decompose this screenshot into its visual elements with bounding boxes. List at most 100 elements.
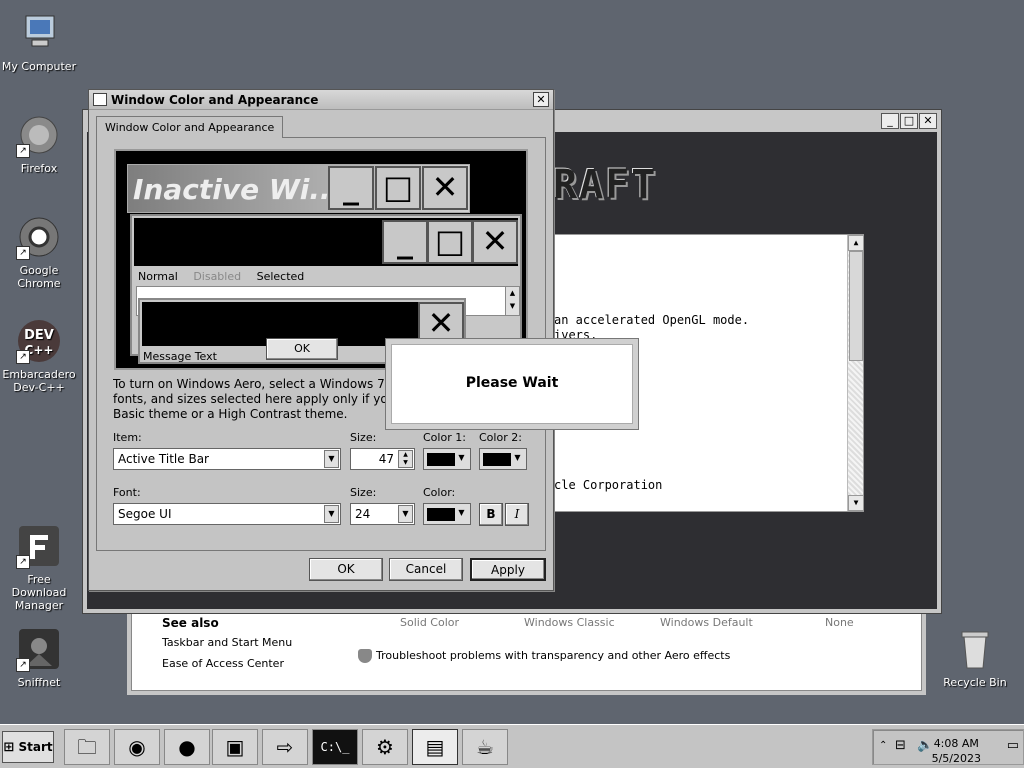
color2-picker[interactable]: ▼ — [479, 448, 527, 470]
preview-ok-button: OK — [266, 338, 338, 360]
taskbar-java-icon[interactable]: ☕ — [462, 729, 508, 765]
taskbar-chrome-icon[interactable]: ◉ — [114, 729, 160, 765]
start-label: Start — [18, 740, 53, 754]
minecraft-logo: RAFT — [553, 162, 658, 208]
font-size-value: 24 — [355, 507, 371, 521]
chevron-down-icon[interactable]: ▼ — [454, 450, 469, 468]
bold-button[interactable]: B — [479, 503, 503, 526]
dialog-titlebar[interactable]: Window Color and Appearance ✕ — [89, 90, 553, 110]
clock-time: 4:08 AM — [933, 737, 979, 750]
link-ease-of-access[interactable]: Ease of Access Center — [162, 657, 284, 670]
taskbar-display-settings-icon[interactable]: ▣ — [212, 729, 258, 765]
shortcut-arrow-icon: ↗ — [16, 246, 30, 260]
preview-inactive-title: Inactive Wi... — [133, 173, 342, 206]
taskbar-cmd-icon[interactable]: C:\_ — [312, 729, 358, 765]
color1-swatch — [427, 453, 455, 466]
size-label: Size: — [350, 431, 377, 444]
show-hidden-icons-icon[interactable]: ⌃ — [879, 740, 887, 751]
item-select[interactable]: Active Title Bar ▼ — [113, 448, 341, 470]
desktop-icon-firefox[interactable]: ↗ Firefox — [0, 112, 78, 175]
scroll-thumb[interactable] — [849, 251, 863, 361]
theme-solid-color[interactable]: Solid Color — [400, 616, 459, 629]
desktop-icon-sniffnet[interactable]: ↗ Sniffnet — [0, 626, 78, 689]
log-scrollbar[interactable]: ▲ ▼ — [847, 235, 863, 511]
chevron-down-icon[interactable]: ▼ — [510, 450, 525, 468]
sniffnet-icon: ↗ — [16, 626, 62, 672]
maximize-button[interactable]: □ — [900, 113, 918, 129]
item-label: Item: — [113, 431, 142, 444]
close-button[interactable]: ✕ — [919, 113, 937, 129]
ok-button[interactable]: OK — [309, 558, 383, 581]
link-taskbar-start-menu[interactable]: Taskbar and Start Menu — [162, 636, 292, 649]
display-icon — [93, 93, 107, 106]
color1-picker[interactable]: ▼ — [423, 448, 471, 470]
theme-windows-default[interactable]: Windows Default — [660, 616, 753, 629]
taskbar-control-panel-icon[interactable]: ⚙ — [362, 729, 408, 765]
action-center-icon[interactable]: ▭ — [1007, 738, 1019, 753]
network-icon[interactable]: ⊟ — [895, 738, 906, 753]
desktop-icon-recycle-bin[interactable]: Recycle Bin — [936, 626, 1014, 689]
clock[interactable]: 4:08 AM 5/5/2023 — [932, 736, 981, 766]
taskbar: ⊞ Start 🗀 ◉ ● ▣ ⇨ C:\_ ⚙ ▤ ☕ ⌃ ⊟ 🔈 4:08 … — [0, 724, 1024, 768]
taskbar-explorer-icon[interactable]: 🗀 — [64, 729, 110, 765]
desktop-icon-my-computer[interactable]: My Computer — [0, 10, 78, 73]
desktop-icon-label: My Computer — [1, 60, 77, 73]
minimize-button[interactable]: _ — [881, 113, 899, 129]
preview-maximize-icon: □ — [427, 220, 473, 264]
chevron-down-icon[interactable]: ▼ — [324, 505, 339, 523]
preview-maximize-icon: □ — [375, 166, 421, 210]
log-line: an accelerated OpenGL mode. — [554, 313, 750, 327]
item-size-value: 47 — [378, 452, 394, 466]
desktop-icon-label: Recycle Bin — [943, 676, 1007, 689]
appearance-preview: Inactive Wi... _ □ ✕ _ □ ✕ Normal Disabl… — [114, 149, 528, 370]
apply-button[interactable]: Apply — [470, 558, 546, 581]
font-color-picker[interactable]: ▼ — [423, 503, 471, 525]
aero-description: To turn on Windows Aero, select a Window… — [113, 377, 393, 422]
font-select[interactable]: Segoe UI ▼ — [113, 503, 341, 525]
please-wait-text: Please Wait — [391, 344, 633, 424]
tab-window-color[interactable]: Window Color and Appearance — [96, 116, 284, 138]
shortcut-arrow-icon: ↗ — [16, 555, 30, 569]
desktop-icon-label: Free Download Manager — [11, 573, 67, 612]
chevron-down-icon[interactable]: ▼ — [398, 505, 413, 523]
svg-text:DEV: DEV — [24, 328, 54, 343]
dialog-title: Window Color and Appearance — [111, 93, 319, 107]
troubleshoot-label: Troubleshoot problems with transparency … — [376, 649, 731, 662]
taskbar-fdm-icon[interactable]: ⇨ — [262, 729, 308, 765]
color2-swatch — [483, 453, 511, 466]
font-select-value: Segoe UI — [118, 507, 172, 521]
theme-none[interactable]: None — [825, 616, 854, 629]
font-color-label: Color: — [423, 486, 456, 499]
chrome-icon: ↗ — [16, 214, 62, 260]
desktop-icon-label: Firefox — [20, 162, 58, 175]
preview-menu-normal: Normal — [138, 270, 178, 283]
start-button[interactable]: ⊞ Start — [2, 731, 54, 763]
desktop-icon-chrome[interactable]: ↗ Google Chrome — [0, 214, 78, 290]
font-label: Font: — [113, 486, 141, 499]
shortcut-arrow-icon: ↗ — [16, 658, 30, 672]
preview-close-icon: ✕ — [422, 166, 468, 210]
chevron-down-icon[interactable]: ▼ — [324, 450, 339, 468]
taskbar-personalization-icon[interactable]: ▤ — [412, 729, 458, 765]
scroll-down-icon[interactable]: ▼ — [848, 495, 863, 511]
italic-button[interactable]: I — [505, 503, 529, 526]
shield-icon — [358, 649, 372, 663]
scroll-up-icon[interactable]: ▲ — [848, 235, 863, 251]
troubleshoot-link[interactable]: Troubleshoot problems with transparency … — [358, 649, 730, 663]
font-size-select[interactable]: 24 ▼ — [350, 503, 415, 525]
taskbar-firefox-icon[interactable]: ● — [164, 729, 210, 765]
preview-inactive-window: Inactive Wi... _ □ ✕ — [127, 164, 470, 213]
desktop-icon-devcpp[interactable]: DEV C++ ↗ Embarcadero Dev-C++ — [0, 318, 78, 394]
log-line: cle Corporation — [554, 478, 663, 492]
item-size-stepper[interactable]: 47 ▲ ▼ — [350, 448, 415, 470]
desktop-icon-label: Google Chrome — [17, 264, 61, 290]
theme-windows-classic[interactable]: Windows Classic — [524, 616, 615, 629]
description-line: To turn on Windows Aero, select a Window… — [113, 377, 393, 391]
computer-icon — [16, 10, 62, 56]
spinner-icon[interactable]: ▲ ▼ — [398, 450, 413, 468]
preview-active-titlebar: _ □ ✕ — [134, 218, 518, 266]
cancel-button[interactable]: Cancel — [389, 558, 463, 581]
dialog-close-button[interactable]: ✕ — [533, 92, 549, 107]
chevron-down-icon[interactable]: ▼ — [454, 505, 469, 523]
desktop-icon-fdm[interactable]: ↗ Free Download Manager — [0, 523, 78, 612]
